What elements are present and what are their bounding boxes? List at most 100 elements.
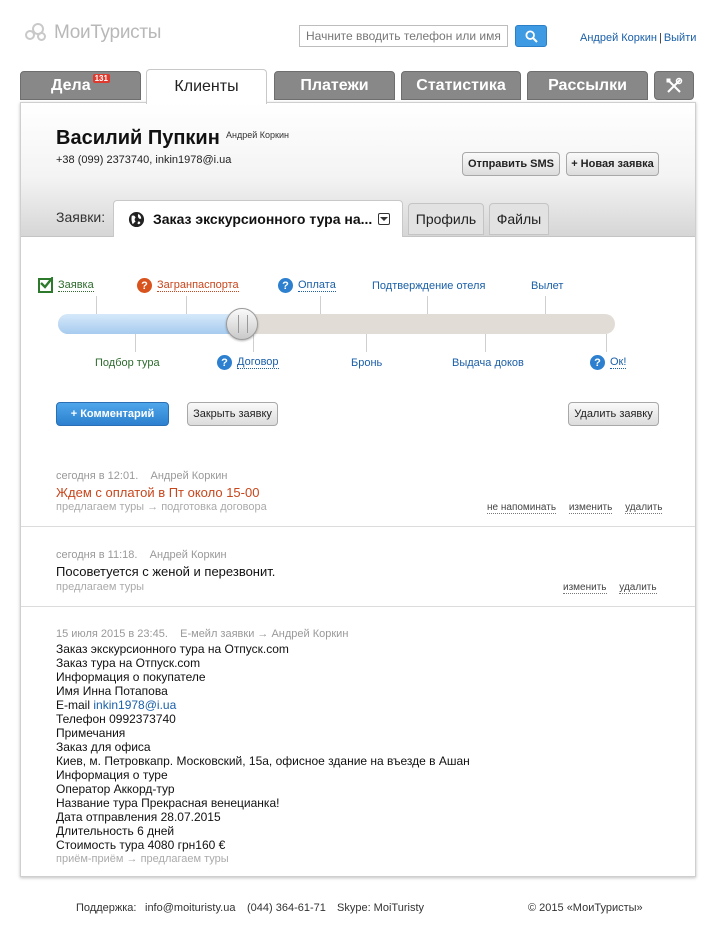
history-item: сегодня в 12:01. Андрей Коркин Ждем с оп… (21, 449, 695, 527)
support-phone: (044) 364-61-71 (247, 902, 326, 914)
tools-icon (666, 77, 683, 93)
tab-payments[interactable]: Платежи (274, 71, 395, 100)
event-meta: сегодня в 11:18. Андрей Коркин (56, 549, 227, 561)
search-icon (524, 29, 538, 43)
tab-label: Статистика (416, 76, 506, 94)
event-time: сегодня в 11:18. (56, 549, 138, 561)
question-icon: ? (278, 278, 293, 293)
logout-link[interactable]: Выйти (664, 32, 697, 44)
progress-track[interactable] (58, 314, 615, 334)
client-name: Василий Пупкин (56, 127, 220, 149)
support-label: Поддержка: (76, 902, 137, 914)
stage-tick (135, 334, 136, 352)
dont-remind-link[interactable]: не напоминать (487, 502, 557, 514)
send-sms-button[interactable]: Отправить SMS (462, 152, 560, 176)
stage-tick (96, 296, 97, 314)
tab-files[interactable]: Файлы (489, 203, 549, 235)
stage-contract[interactable]: ? Договор (217, 355, 279, 370)
tasks-count-badge: 131 (92, 74, 110, 83)
current-request-title: Заказ экскурсионного тура на... (153, 211, 373, 227)
event-actions: не напоминать изменить удалить (477, 502, 663, 514)
event-path: предлагаем туры (56, 581, 145, 593)
logo-text: МоиТуристы (54, 22, 162, 43)
tab-statistics[interactable]: Статистика (401, 71, 521, 100)
stage-tick (320, 296, 321, 314)
stage-booking[interactable]: Бронь (351, 357, 382, 369)
search-input[interactable] (299, 25, 508, 47)
event-path: приём-приём → предлагаем туры (56, 853, 229, 865)
stage-label: Ок! (610, 356, 627, 369)
stage-tick (253, 334, 254, 352)
event-author: Андрей Коркин (149, 549, 227, 561)
add-comment-button[interactable]: + Комментарий (56, 402, 169, 426)
stage-label: Бронь (351, 357, 383, 369)
stage-label: Договор (237, 356, 279, 369)
user-name-link[interactable]: Андрей Коркин (580, 32, 657, 44)
stage-tick (606, 334, 607, 352)
requests-label: Заявки: (56, 209, 106, 225)
tab-mailings[interactable]: Рассылки (527, 71, 648, 100)
email-line: Название тура Прекрасная венецианка! (56, 796, 280, 810)
stage-tick (427, 296, 428, 314)
email-line: Информация о покупателе (56, 670, 206, 684)
email-line: Заказ экскурсионного тура на Отпуск.com (56, 642, 289, 656)
support-skype: Skype: MoiTuristy (337, 902, 425, 914)
stage-tick (366, 334, 367, 352)
stage-done[interactable]: ? Ок! (590, 355, 627, 370)
email-line: Имя Инна Потапова (56, 684, 168, 698)
tab-label: Платежи (300, 76, 369, 94)
stage-request[interactable]: Заявка (38, 277, 94, 293)
stage-departure[interactable]: Вылет (531, 280, 563, 292)
question-icon: ? (137, 278, 152, 293)
delete-request-button[interactable]: Удалить заявку (568, 402, 659, 426)
email-request-body: Заказ экскурсионного тура на Отпуск.com … (56, 642, 470, 852)
tab-profile[interactable]: Профиль (408, 203, 484, 235)
email-line: Стоимость тура 4080 грн160 € (56, 838, 226, 852)
delete-link[interactable]: удалить (625, 502, 663, 514)
user-links: Андрей Коркин | Выйти (580, 32, 697, 44)
stage-label: Подбор тура (95, 357, 160, 369)
stage-label: Заявка (58, 279, 94, 292)
support-email[interactable]: info@moituristy.ua (145, 902, 235, 914)
email-line: Оператор Аккорд-тур (56, 782, 175, 796)
current-request-tab[interactable]: Заказ экскурсионного тура на... (113, 200, 403, 237)
logo[interactable]: МоиТуристы (24, 22, 161, 44)
event-author: Андрей Коркин (150, 470, 228, 482)
new-request-button[interactable]: + Новая заявка (566, 152, 659, 176)
edit-link[interactable]: изменить (568, 502, 613, 514)
client-contact: +38 (099) 2373740, inkin1978@i.ua (56, 154, 232, 166)
event-meta: сегодня в 12:01. Андрей Коркин (56, 470, 227, 482)
stage-tick (485, 334, 486, 352)
delete-link[interactable]: удалить (619, 582, 657, 594)
event-meta: 15 июля 2015 в 23:45. Е-мейл заявки → Ан… (56, 628, 348, 640)
tab-clients[interactable]: Клиенты (146, 69, 267, 104)
tab-label: Клиенты (174, 78, 239, 95)
tab-label: Рассылки (548, 76, 627, 94)
main-tabs: Дела 131 Клиенты Платежи Статистика Расс… (20, 69, 696, 104)
email-line: Дата отправления 28.07.2015 (56, 810, 221, 824)
progress-slider-handle[interactable] (226, 308, 258, 340)
email-line: Заказ для офиса (56, 740, 151, 754)
question-icon: ? (590, 355, 605, 370)
email-line: Телефон 0992373740 (56, 712, 176, 726)
stage-tour-selection[interactable]: Подбор тура (95, 357, 160, 369)
event-path: предлагаем туры → подготовка договора (56, 501, 267, 513)
stage-tick (545, 296, 546, 314)
stage-label: Оплата (298, 279, 336, 292)
email-label: E-mail (56, 698, 91, 712)
history-item: сегодня в 11:18. Андрей Коркин Посоветуе… (21, 527, 695, 607)
close-request-button[interactable]: Закрыть заявку (187, 402, 278, 426)
stage-passports[interactable]: ? Загранпаспорта (137, 278, 239, 293)
edit-link[interactable]: изменить (563, 582, 607, 594)
tools-button[interactable] (654, 71, 694, 100)
checkmark-icon (38, 277, 53, 293)
stage-documents[interactable]: Выдача доков (452, 357, 524, 369)
email-link[interactable]: inkin1978@i.ua (93, 698, 176, 712)
chevron-down-icon[interactable] (378, 213, 391, 225)
search-button[interactable] (515, 25, 547, 47)
email-line: E-mail inkin1978@i.ua (56, 698, 470, 712)
tab-tasks[interactable]: Дела 131 (20, 71, 141, 100)
client-header: Василий Пупкин Андрей Коркин +38 (099) 2… (21, 103, 695, 237)
stage-hotel-confirmation[interactable]: Подтверждение отеля (372, 280, 485, 292)
stage-payment[interactable]: ? Оплата (278, 278, 336, 293)
